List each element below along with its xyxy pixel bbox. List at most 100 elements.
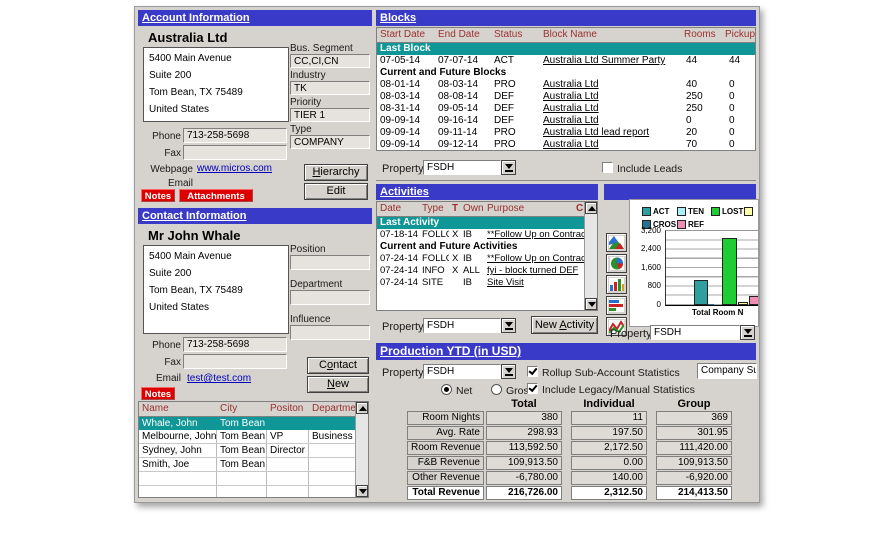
scroll-down-icon[interactable]	[585, 298, 597, 310]
account-webpage-label: Webpage	[150, 164, 193, 175]
activities-table-row[interactable]: 07-24-14 INFO X ALL fyi - block turned D…	[377, 265, 597, 277]
pie-chart-icon[interactable]	[606, 254, 627, 273]
type-field[interactable]: COMPANY	[290, 135, 370, 149]
chart-legend-item: TEN	[677, 207, 704, 216]
column-header-total: Total	[511, 398, 537, 410]
account-fax-field[interactable]	[183, 145, 287, 160]
industry-field[interactable]: TK	[290, 81, 370, 95]
y-tick-label: 800	[647, 281, 661, 290]
bar-ref	[749, 296, 758, 305]
activities-table: Date Type T Own Purpose C Last Activity …	[376, 201, 598, 311]
industry-label: Industry	[290, 70, 326, 81]
contact-panel-title: Contact Information	[142, 210, 247, 222]
activity-purpose-link[interactable]: Site Visit	[484, 277, 586, 289]
bus-segment-field[interactable]: CC,CI,CN	[290, 54, 370, 68]
block-name-link[interactable]: Australia Ltd	[540, 91, 680, 103]
block-name-link[interactable]: Australia Ltd	[540, 139, 680, 150]
contact-button[interactable]: Contact	[307, 357, 369, 374]
blocks-table-row[interactable]: 07-05-14 07-07-14 ACT Australia Ltd Summ…	[377, 55, 755, 67]
edit-button[interactable]: Edit	[304, 183, 368, 200]
account-webpage-link[interactable]: www.micros.com	[197, 163, 272, 174]
activities-property-combo[interactable]: FSDH	[423, 318, 501, 333]
contacts-table-row[interactable]: Sydney, John Tom Bean Director	[139, 444, 368, 458]
account-address-box[interactable]: 5400 Main Avenue Suite 200 Tom Bean, TX …	[143, 47, 289, 122]
company-subsidiary-combo[interactable]: Company Subsidiar	[697, 363, 757, 379]
contacts-table-row[interactable]: Smith, Joe Tom Bean	[139, 458, 368, 472]
contact-address-box[interactable]: 5400 Main Avenue Suite 200 Tom Bean, TX …	[143, 245, 289, 334]
block-name-link[interactable]: Australia Ltd	[540, 79, 680, 91]
production-property-dropdown-icon[interactable]	[501, 364, 516, 379]
contact-email-label: Email	[155, 373, 181, 384]
x-axis-label: Total Room N	[692, 308, 744, 317]
activity-purpose-link[interactable]: **Follow Up on Contract - S	[484, 229, 586, 241]
activities-table-scrollbar[interactable]	[584, 202, 597, 310]
legacy-checkbox[interactable]	[527, 383, 538, 394]
chart-legend-item	[744, 207, 755, 216]
activity-purpose-link[interactable]: fyi - block turned DEF	[484, 265, 586, 277]
influence-field[interactable]	[290, 325, 370, 340]
activities-table-row[interactable]: 07-24-14 SITE IB Site Visit	[377, 277, 597, 289]
contact-fax-field[interactable]	[183, 354, 287, 369]
account-notes-button[interactable]: Notes	[141, 189, 175, 202]
block-name-link[interactable]: Australia Ltd	[540, 115, 680, 127]
activity-purpose-link[interactable]: **Follow Up on Contract - S	[484, 253, 586, 265]
contact-phone-field[interactable]: 713-258-5698	[183, 337, 287, 352]
department-field[interactable]	[290, 290, 370, 305]
scroll-up-icon[interactable]	[585, 202, 597, 214]
production-property-combo[interactable]: FSDH	[423, 364, 501, 379]
priority-field[interactable]: TIER 1	[290, 108, 370, 122]
gross-radio[interactable]	[491, 384, 502, 395]
hierarchy-button[interactable]: Hierarchy	[304, 164, 368, 181]
net-radio[interactable]	[441, 384, 452, 395]
column-header-individual: Individual	[583, 398, 635, 410]
blocks-panel-title: Blocks	[380, 12, 417, 24]
contacts-table-row-selected[interactable]: Whale, John Tom Bean	[139, 417, 368, 430]
block-name-link[interactable]: Australia Ltd lead report	[540, 127, 680, 139]
blocks-table-row[interactable]: 09-09-14 09-16-14 DEF Australia Ltd 0 0	[377, 115, 755, 127]
new-contact-button[interactable]: New	[307, 376, 369, 393]
block-name-link[interactable]: Australia Ltd	[540, 103, 680, 115]
scroll-up-icon[interactable]	[356, 402, 368, 414]
chart-property-combo[interactable]: FSDH	[650, 325, 740, 340]
account-attachments-button[interactable]: Attachments	[179, 189, 253, 202]
contact-notes-button[interactable]: Notes	[141, 387, 175, 400]
account-phone-field[interactable]: 713-258-5698	[183, 128, 287, 143]
contacts-table-row[interactable]: Melbourne, John Tom Bean VP Business Uni…	[139, 430, 368, 444]
scroll-down-icon[interactable]	[356, 485, 368, 497]
contact-email-link[interactable]: test@test.com	[187, 373, 251, 384]
blocks-table-row[interactable]: 09-09-14 09-12-14 PRO Australia Ltd 70 0	[377, 139, 755, 150]
bar-lost	[722, 238, 737, 305]
blocks-property-dropdown-icon[interactable]	[501, 160, 516, 175]
blocks-table-header-row: Start Date End Date Status Block Name Ro…	[377, 28, 755, 43]
include-leads-checkbox[interactable]	[602, 162, 613, 173]
legend-swatch-ref	[677, 220, 686, 229]
position-field[interactable]	[290, 255, 370, 270]
blocks-table-row[interactable]: 08-31-14 09-05-14 DEF Australia Ltd 250 …	[377, 103, 755, 115]
blocks-table-row[interactable]: 09-09-14 09-11-14 PRO Australia Ltd lead…	[377, 127, 755, 139]
contacts-table-empty-row	[139, 472, 368, 486]
block-name-link[interactable]: Australia Ltd Summer Party	[540, 55, 680, 67]
area-chart-icon[interactable]	[606, 233, 627, 252]
bar-chart-icon[interactable]	[606, 275, 627, 294]
bar-clipped-series	[738, 302, 748, 305]
activities-property-dropdown-icon[interactable]	[501, 318, 516, 333]
horizontal-bar-chart-icon[interactable]	[606, 296, 627, 315]
activities-section-current: Current and Future Activities	[380, 241, 518, 252]
blocks-property-label: Property	[382, 163, 424, 175]
activities-table-row[interactable]: 07-18-14 FOLLOW X IB **Follow Up on Cont…	[377, 229, 597, 241]
production-property-label: Property	[382, 367, 424, 379]
chart-property-dropdown-icon[interactable]	[740, 325, 755, 340]
activities-panel-title: Activities	[380, 186, 429, 198]
blocks-table-row[interactable]: 08-01-14 08-03-14 PRO Australia Ltd 40 0	[377, 79, 755, 91]
new-activity-button[interactable]: New Activity	[531, 316, 598, 334]
chart-legend-item: REF	[677, 220, 704, 229]
chart-legend-item: LOST	[711, 207, 743, 216]
blocks-table-row[interactable]: 08-03-14 08-08-14 DEF Australia Ltd 250 …	[377, 91, 755, 103]
contacts-table-scrollbar[interactable]	[355, 402, 368, 497]
net-label: Net	[456, 385, 473, 397]
y-tick-label: 1,600	[640, 263, 661, 272]
blocks-property-combo[interactable]: FSDH	[423, 160, 501, 175]
rollup-checkbox[interactable]	[527, 366, 538, 377]
activities-table-row[interactable]: 07-24-14 FOLLOW X IB **Follow Up on Cont…	[377, 253, 597, 265]
account-panel-title: Account Information	[142, 12, 250, 24]
